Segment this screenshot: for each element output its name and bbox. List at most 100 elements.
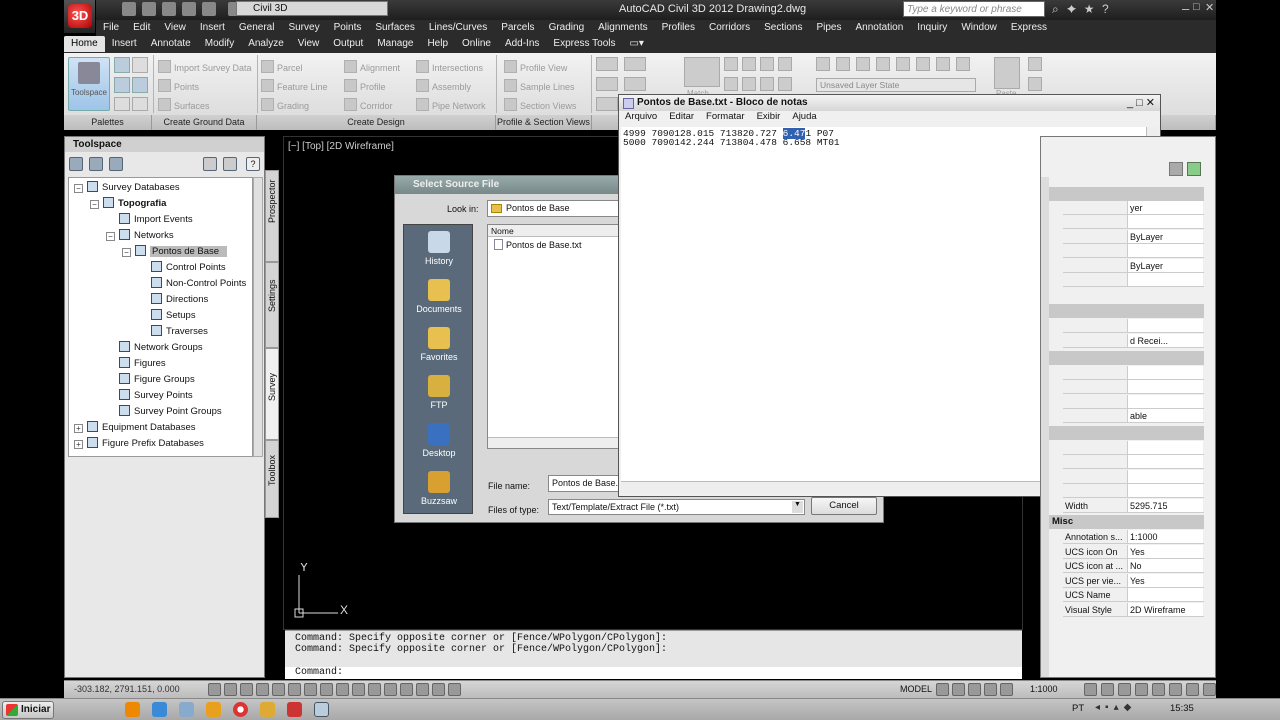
tree-item-traverses[interactable]: Traverses (151, 324, 208, 340)
tree-item-directions[interactable]: Directions (151, 292, 208, 308)
status-toggle-icon[interactable] (952, 683, 965, 696)
status-toggle-icon[interactable] (336, 683, 349, 696)
tree-scrollbar[interactable] (253, 177, 263, 457)
tab-annotate[interactable]: Annotate (144, 36, 198, 49)
minimize-icon[interactable]: – (1182, 1, 1189, 16)
prop-row[interactable] (1063, 441, 1204, 455)
status-toggle-icon[interactable] (1084, 683, 1097, 696)
notepad-menu-ajuda[interactable]: Ajuda (792, 111, 816, 122)
command-input[interactable]: Command: (285, 667, 1022, 679)
menu-item-annotation[interactable]: Annotation (848, 20, 910, 33)
prop-row-annotation-s-[interactable]: Annotation s... 1:1000 (1063, 530, 1204, 544)
app-icon[interactable] (206, 702, 221, 717)
layer-state-dropdown[interactable]: Unsaved Layer State (816, 78, 976, 92)
chrome-icon[interactable] (233, 702, 248, 717)
section-misc[interactable]: Misc (1049, 515, 1204, 529)
expand-toggle-icon[interactable]: − (106, 232, 115, 241)
tab-prospector[interactable]: Prospector (265, 170, 279, 262)
print-icon[interactable] (182, 2, 196, 16)
prop-row[interactable] (1063, 319, 1204, 333)
equipment-icon[interactable] (89, 157, 103, 171)
feature-line-button[interactable]: Feature Line (261, 79, 328, 92)
menu-item-points[interactable]: Points (327, 20, 369, 33)
section-plot-style[interactable] (1049, 351, 1204, 365)
tab-online[interactable]: Online (455, 36, 498, 49)
prop-row[interactable] (1063, 215, 1204, 229)
close-icon[interactable]: ✕ (1205, 1, 1214, 14)
prop-row[interactable]: able (1063, 409, 1204, 423)
expand-toggle-icon[interactable]: − (122, 248, 131, 257)
tab-toolbox[interactable]: Toolbox (265, 440, 279, 518)
prop-row-ucs-per-vie-[interactable]: UCS per vie... Yes (1063, 573, 1204, 588)
tree-item-figures[interactable]: Figures (119, 356, 166, 372)
tab-add-ins[interactable]: Add-Ins (498, 36, 546, 49)
menu-item-grading[interactable]: Grading (542, 20, 592, 33)
intersections-button[interactable]: Intersections (416, 60, 483, 73)
place-buzzsaw[interactable]: Buzzsaw (404, 471, 474, 506)
panel-profile-section-views[interactable]: Profile & Section Views (496, 115, 592, 130)
sample-lines-button[interactable]: Sample Lines (504, 79, 575, 92)
menu-item-view[interactable]: View (157, 20, 193, 33)
menu-item-surfaces[interactable]: Surfaces (368, 20, 421, 33)
tab-home[interactable]: Home (64, 36, 105, 52)
model-button[interactable]: MODEL (900, 684, 932, 694)
ie-icon[interactable] (152, 702, 167, 717)
expand-toggle-icon[interactable]: − (74, 184, 83, 193)
panel-create-ground-data[interactable]: Create Ground Data (152, 115, 257, 130)
ribbon-minimize-icon[interactable]: ▭▾ (622, 36, 650, 49)
notepad-window-controls[interactable]: _□✕ (1118, 96, 1158, 109)
figure-prefix-icon[interactable] (109, 157, 123, 171)
section-views-button[interactable]: Section Views (504, 98, 576, 111)
status-toggle-icon[interactable] (1101, 683, 1114, 696)
menu-item-pipes[interactable]: Pipes (809, 20, 848, 33)
place-desktop[interactable]: Desktop (404, 423, 474, 458)
status-toggle-icon[interactable] (448, 683, 461, 696)
status-toggle-icon[interactable] (432, 683, 445, 696)
paste-icon[interactable] (994, 57, 1020, 89)
annotation-scale[interactable]: 1:1000 (1030, 684, 1058, 694)
prop-row[interactable] (1063, 470, 1204, 484)
status-toggle-icon[interactable] (304, 683, 317, 696)
status-toggle-icon[interactable] (352, 683, 365, 696)
tree-item-figure-groups[interactable]: Figure Groups (119, 372, 195, 388)
prop-row-ucs-name[interactable]: UCS Name (1063, 588, 1204, 602)
status-toggle-icon[interactable] (1152, 683, 1165, 696)
place-documents[interactable]: Documents (404, 279, 474, 314)
infocenter-icons[interactable]: ⌕✦★? (1052, 2, 1152, 18)
tree-item-figure-prefix-databases[interactable]: Figure Prefix Databases (87, 436, 204, 452)
menu-item-alignments[interactable]: Alignments (591, 20, 654, 33)
tree-item-networks[interactable]: Networks (119, 228, 174, 244)
status-toggle-icon[interactable] (256, 683, 269, 696)
search-input[interactable]: Type a keyword or phrase (903, 1, 1045, 17)
status-toggle-icon[interactable] (1169, 683, 1182, 696)
palette-grid-icons[interactable] (114, 57, 152, 111)
profile-button[interactable]: Profile (344, 79, 386, 92)
window-controls[interactable]: – □ ✕ (1160, 0, 1216, 20)
file-name-input[interactable]: Pontos de Base.txt (548, 475, 628, 492)
menu-item-profiles[interactable]: Profiles (655, 20, 702, 33)
folder-taskbar-icon[interactable] (179, 702, 194, 717)
prop-row[interactable] (1063, 395, 1204, 409)
status-toggle-icon[interactable] (984, 683, 997, 696)
tab-modify[interactable]: Modify (198, 36, 241, 49)
tree-item-survey-databases[interactable]: Survey Databases (87, 180, 180, 196)
file-item[interactable]: Pontos de Base.txt (494, 239, 582, 250)
maximize-icon[interactable]: □ (1193, 1, 1200, 13)
tab-manage[interactable]: Manage (370, 36, 420, 49)
prop-row-ucs-icon-at-[interactable]: UCS icon at ... No (1063, 559, 1204, 573)
list-view-icon[interactable] (223, 157, 237, 171)
section-general[interactable] (1049, 187, 1204, 201)
prop-row[interactable] (1063, 484, 1204, 498)
status-toggle-icon[interactable] (1203, 683, 1216, 696)
properties-toolbar-icons[interactable] (1159, 162, 1203, 180)
place-favorites[interactable]: Favorites (404, 327, 474, 362)
tab-survey[interactable]: Survey (265, 348, 279, 440)
tree-item-survey-point-groups[interactable]: Survey Point Groups (119, 404, 222, 420)
corridor-button[interactable]: Corridor (344, 98, 393, 111)
status-toggle-icon[interactable] (1135, 683, 1148, 696)
layer-icons-row[interactable] (816, 57, 976, 73)
tab-insert[interactable]: Insert (105, 36, 144, 49)
application-menu-button[interactable]: 3D (64, 0, 96, 33)
match-icon[interactable] (684, 57, 720, 87)
panel-palettes[interactable]: Palettes (64, 115, 152, 130)
